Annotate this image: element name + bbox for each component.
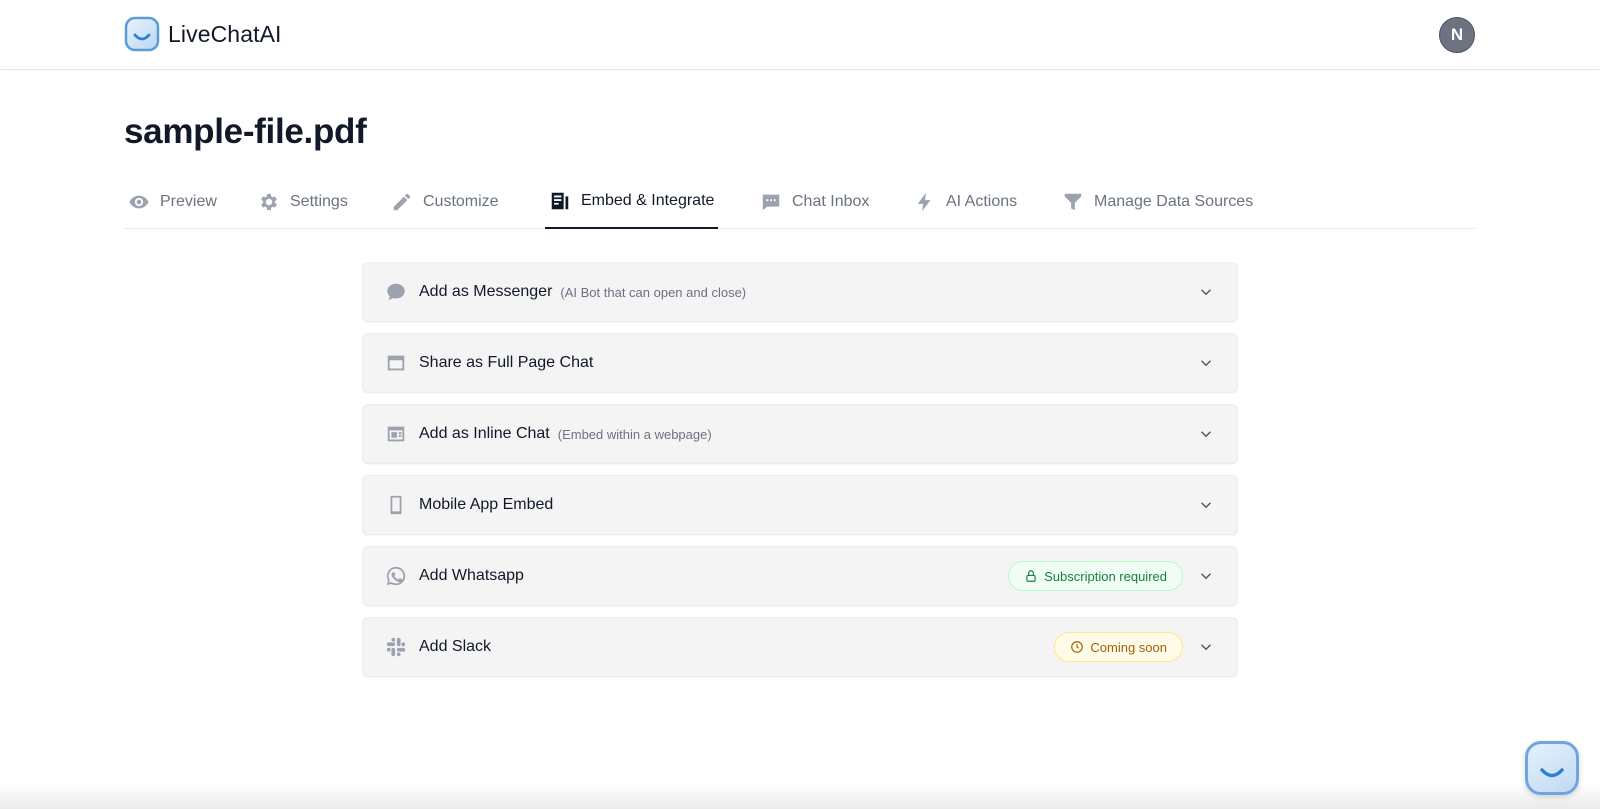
mobile-phone-icon	[390, 495, 402, 515]
panel-title: Add Whatsapp	[419, 567, 524, 584]
top-bar: LiveChatAI N	[0, 0, 1600, 70]
panel-add-slack[interactable]: Add Slack Coming soon	[362, 617, 1238, 677]
tab-label: Manage Data Sources	[1094, 193, 1254, 210]
app-name: LiveChatAI	[168, 20, 282, 47]
user-avatar[interactable]: N	[1439, 17, 1475, 53]
speech-bubble-icon	[387, 283, 405, 301]
tab-label: Chat Inbox	[792, 193, 870, 210]
chevron-down-icon[interactable]	[1197, 567, 1215, 585]
tab-ai-actions[interactable]: AI Actions	[910, 175, 1021, 229]
gear-icon	[261, 193, 277, 211]
bottom-fade	[0, 784, 1600, 809]
pencil-icon	[393, 193, 411, 211]
tab-manage-data-sources[interactable]: Manage Data Sources	[1058, 175, 1257, 229]
coming-soon-badge: Coming soon	[1054, 632, 1183, 662]
panel-add-whatsapp[interactable]: Add Whatsapp Subscription required	[362, 546, 1238, 606]
tab-customize[interactable]: Customize	[387, 175, 503, 229]
chat-bubble-icon	[762, 194, 780, 211]
panel-add-as-messenger[interactable]: Add as Messenger (AI Bot that can open a…	[362, 262, 1238, 322]
panel-subtitle: (AI Bot that can open and close)	[560, 284, 747, 300]
funnel-icon	[1064, 193, 1082, 211]
tab-label: Customize	[423, 193, 499, 210]
slack-icon	[386, 637, 406, 657]
page-title: sample-file.pdf	[124, 112, 367, 151]
tab-chat-inbox[interactable]: Chat Inbox	[756, 175, 873, 229]
panel-add-as-inline-chat[interactable]: Add as Inline Chat (Embed within a webpa…	[362, 404, 1238, 464]
chevron-down-icon[interactable]	[1197, 638, 1215, 656]
chevron-down-icon[interactable]	[1197, 283, 1215, 301]
panel-share-full-page-chat[interactable]: Share as Full Page Chat	[362, 333, 1238, 393]
logo[interactable]: LiveChatAI	[124, 16, 282, 52]
lightning-icon	[917, 192, 931, 212]
panel-title: Add Slack	[419, 638, 492, 655]
browser-window-icon	[387, 355, 405, 371]
eye-icon	[129, 195, 149, 209]
badge-label: Subscription required	[1044, 568, 1167, 584]
chat-launcher-button[interactable]	[1525, 741, 1579, 795]
subscription-required-badge: Subscription required	[1008, 561, 1183, 591]
chevron-down-icon[interactable]	[1197, 425, 1215, 443]
chevron-down-icon[interactable]	[1197, 496, 1215, 514]
whatsapp-icon	[386, 566, 406, 586]
panel-title: Add as Inline Chat	[419, 425, 550, 442]
inline-layout-icon	[387, 426, 405, 442]
tab-bar: Preview Settings Customize Embed & Integ…	[124, 175, 1475, 229]
embed-icon	[551, 192, 569, 210]
tab-settings[interactable]: Settings	[254, 175, 352, 229]
panel-title: Share as Full Page Chat	[419, 354, 594, 371]
tab-preview[interactable]: Preview	[124, 175, 221, 229]
clock-icon	[1071, 641, 1084, 653]
badge-label: Coming soon	[1090, 639, 1167, 655]
panel-title: Add as Messenger	[419, 283, 553, 300]
chevron-down-icon[interactable]	[1197, 354, 1215, 372]
tab-label: AI Actions	[946, 193, 1018, 210]
smile-chat-icon	[1540, 768, 1564, 778]
tab-label: Embed & Integrate	[581, 192, 715, 209]
tab-label: Preview	[160, 193, 217, 210]
panel-mobile-app-embed[interactable]: Mobile App Embed	[362, 475, 1238, 535]
tab-embed-integrate[interactable]: Embed & Integrate	[545, 175, 719, 229]
livechatai-logo-icon	[124, 16, 160, 52]
tab-label: Settings	[290, 193, 348, 210]
panel-subtitle: (Embed within a webpage)	[557, 426, 712, 442]
lock-icon	[1026, 570, 1036, 582]
panel-title: Mobile App Embed	[419, 496, 554, 513]
